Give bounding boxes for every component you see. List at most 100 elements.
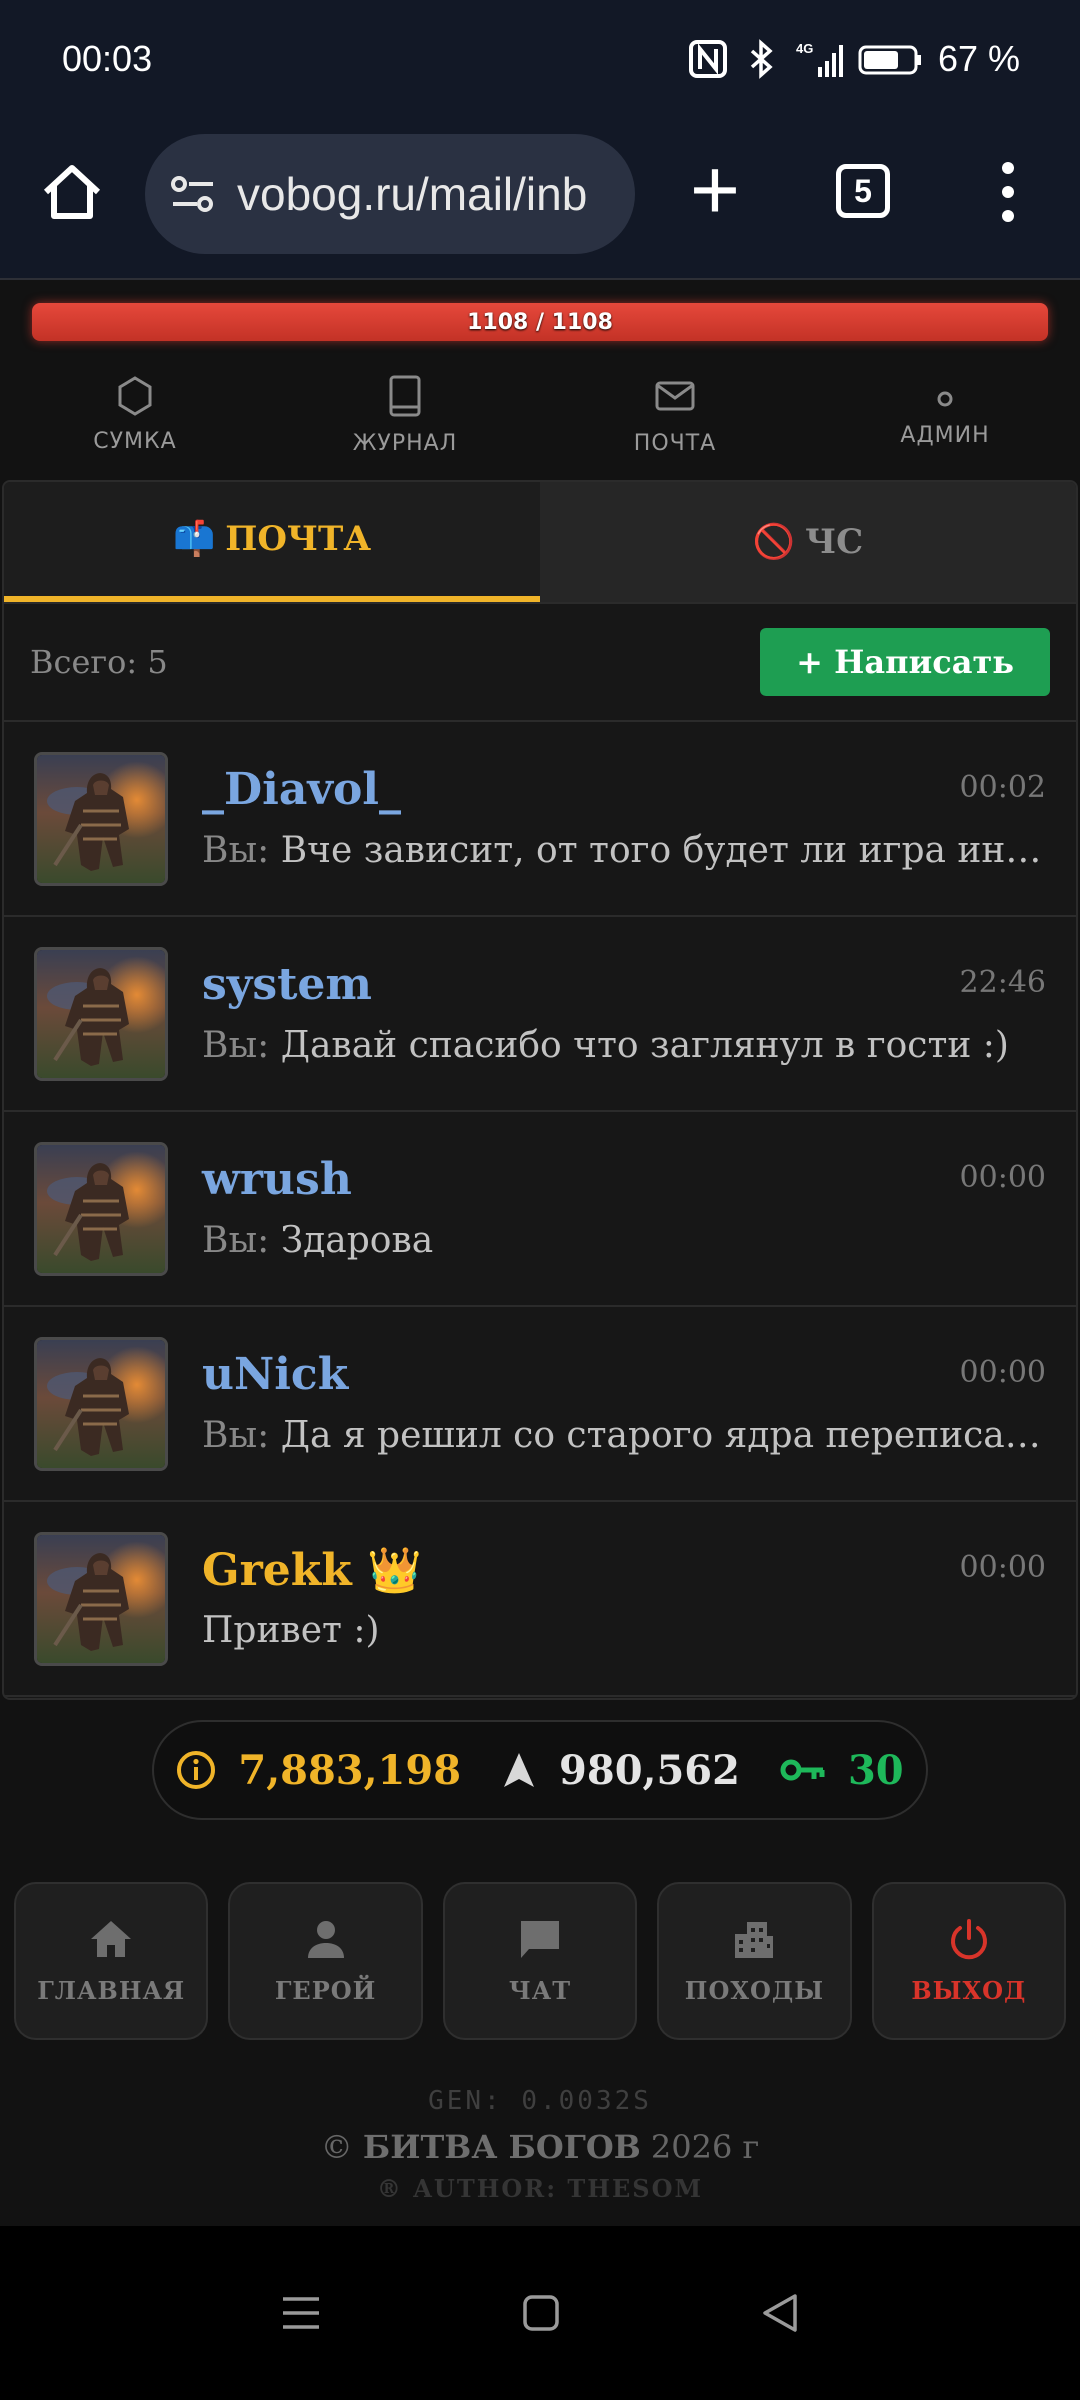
- sender-name-text: Grekk: [202, 1545, 352, 1596]
- person-icon: [307, 1920, 344, 1958]
- message-text: Здарова: [280, 1220, 434, 1261]
- home-icon[interactable]: [38, 160, 106, 228]
- game-name: БИТВА БОГОВ: [362, 2128, 641, 2166]
- avatar[interactable]: [34, 947, 168, 1081]
- currency-bar: 7,883,198 980,562 30: [152, 1720, 928, 1820]
- new-tab-button[interactable]: +: [680, 147, 750, 233]
- nav-bag[interactable]: СУМКА: [0, 350, 270, 478]
- you-prefix: Вы:: [202, 1025, 270, 1066]
- hexagon-icon: [118, 375, 152, 416]
- browser-toolbar: vobog.ru/mail/inb + 5: [0, 124, 1080, 280]
- address-bar[interactable]: vobog.ru/mail/inb: [145, 134, 635, 254]
- message-time: 00:02: [959, 770, 1046, 805]
- avatar[interactable]: [34, 1337, 168, 1471]
- message-row[interactable]: Grekk 👑 00:00 Привет :): [4, 1502, 1076, 1697]
- book-icon: [389, 375, 421, 416]
- nav-admin[interactable]: АДМИН: [810, 350, 1080, 478]
- nav-mail[interactable]: ПОЧТА: [540, 350, 810, 478]
- nav-exit-button[interactable]: ВЫХОД: [871, 1882, 1067, 2040]
- nav-hero-label: ГЕРОЙ: [274, 1975, 377, 2005]
- nav-main-label: ГЛАВНАЯ: [37, 1975, 186, 2005]
- city-icon: [735, 1921, 774, 1958]
- avatar[interactable]: [34, 1142, 168, 1276]
- sender-name[interactable]: Grekk 👑: [202, 1544, 422, 1596]
- hero-portrait-image: [37, 1145, 165, 1273]
- copyright-symbol: ©: [320, 2128, 353, 2166]
- points-value: 980,562: [559, 1746, 740, 1794]
- crown-icon: 👑: [367, 1545, 422, 1596]
- site-settings-icon[interactable]: [169, 170, 217, 218]
- message-time: 00:00: [959, 1550, 1046, 1585]
- nav-main-button[interactable]: ГЛАВНАЯ: [14, 1882, 209, 2040]
- avatar[interactable]: [34, 1532, 168, 1666]
- prohibited-icon: 🚫: [752, 522, 796, 562]
- sender-name[interactable]: uNick: [202, 1349, 348, 1400]
- compose-button[interactable]: + Написать: [760, 628, 1050, 696]
- message-preview: Вы: Да я решил со старого ядра переписат…: [202, 1415, 1042, 1456]
- message-row[interactable]: _Diavol_ 00:02 Вы: Вче зависит, от того …: [4, 722, 1076, 917]
- menu-button[interactable]: [990, 162, 1026, 222]
- tab-switcher-button[interactable]: 5: [836, 164, 890, 218]
- nfc-icon: [688, 40, 727, 78]
- message-preview: Привет :): [202, 1610, 1042, 1651]
- message-preview: Вы: Здарова: [202, 1220, 1042, 1261]
- message-text: Да я решил со старого ядра переписать :): [280, 1415, 1042, 1456]
- nav-chat-button[interactable]: ЧАТ: [442, 1882, 638, 2040]
- author-credit: ® AUTHOR: THESOM: [376, 2174, 704, 2203]
- battery-icon: [858, 45, 921, 75]
- home-nav-icon[interactable]: [521, 2293, 561, 2333]
- mail-panel: 📫 ПОЧТА 🚫 ЧС Всего: 5 + Написать _Diavol…: [2, 480, 1078, 1700]
- sender-name[interactable]: system: [202, 959, 372, 1010]
- nav-admin-label: АДМИН: [900, 422, 990, 448]
- mail-icon: [655, 381, 695, 410]
- sender-name[interactable]: _Diavol_: [202, 764, 401, 815]
- recents-icon[interactable]: [279, 2293, 323, 2333]
- copyright-year: 2026 г: [650, 2128, 760, 2166]
- arrow-up-icon: [504, 1753, 535, 1787]
- message-text: Привет :): [202, 1610, 380, 1651]
- nav-journal[interactable]: ЖУРНАЛ: [270, 350, 540, 478]
- gold-value: 7,883,198: [238, 1746, 462, 1794]
- you-prefix: Вы:: [202, 1220, 270, 1261]
- hp-text: 1108 / 1108: [467, 309, 613, 335]
- message-row[interactable]: wrush 00:00 Вы: Здарова: [4, 1112, 1076, 1307]
- tab-blacklist[interactable]: 🚫 ЧС: [540, 482, 1076, 602]
- tab-blacklist-label: ЧС: [805, 522, 864, 562]
- nav-hero-button[interactable]: ГЕРОЙ: [228, 1882, 423, 2040]
- svg-text:4G: 4G: [796, 41, 813, 56]
- top-nav: СУМКА ЖУРНАЛ ПОЧТА АДМИН: [0, 350, 1080, 478]
- total-count: Всего: 5: [30, 643, 168, 681]
- message-preview: Вы: Давай спасибо что заглянул в гости :…: [202, 1025, 1042, 1066]
- battery-level: 67 %: [937, 38, 1020, 79]
- keys-balance: 30: [780, 1747, 904, 1794]
- message-time: 22:46: [959, 965, 1046, 1000]
- mail-tabs: 📫 ПОЧТА 🚫 ЧС: [4, 482, 1076, 604]
- nav-bag-label: СУМКА: [93, 428, 177, 454]
- avatar[interactable]: [34, 752, 168, 886]
- message-text: Вче зависит, от того будет ли игра интер…: [280, 830, 1042, 871]
- message-row[interactable]: uNick 00:00 Вы: Да я решил со старого яд…: [4, 1307, 1076, 1502]
- dot-icon: [937, 391, 953, 406]
- url-text: vobog.ru/mail/inb: [237, 168, 588, 220]
- nav-campaigns-button[interactable]: ПОХОДЫ: [657, 1882, 852, 2040]
- back-icon[interactable]: [759, 2292, 801, 2334]
- nav-exit-label: ВЫХОД: [911, 1975, 1027, 2005]
- status-bar: 00:03 4G 67 %: [0, 0, 1080, 124]
- mailbox-icon: 📫: [172, 519, 216, 559]
- power-icon: [950, 1918, 987, 1959]
- signal-icon: 4G: [796, 41, 843, 77]
- nav-journal-label: ЖУРНАЛ: [352, 430, 458, 456]
- nav-chat-label: ЧАТ: [508, 1975, 572, 2005]
- you-prefix: Вы:: [202, 1415, 270, 1456]
- mail-toolbar: Всего: 5 + Написать: [4, 604, 1076, 722]
- status-icons: 4G 67 %: [688, 38, 1020, 80]
- sender-name[interactable]: wrush: [202, 1154, 352, 1205]
- system-nav-bar: [0, 2226, 1080, 2400]
- message-row[interactable]: system 22:46 Вы: Давай спасибо что загля…: [4, 917, 1076, 1112]
- tab-mail[interactable]: 📫 ПОЧТА: [4, 482, 540, 602]
- bluetooth-icon: [750, 39, 773, 79]
- message-time: 00:00: [959, 1355, 1046, 1390]
- hero-portrait-image: [37, 1340, 165, 1468]
- message-preview: Вы: Вче зависит, от того будет ли игра и…: [202, 830, 1042, 871]
- hp-bar: 1108 / 1108: [32, 303, 1048, 341]
